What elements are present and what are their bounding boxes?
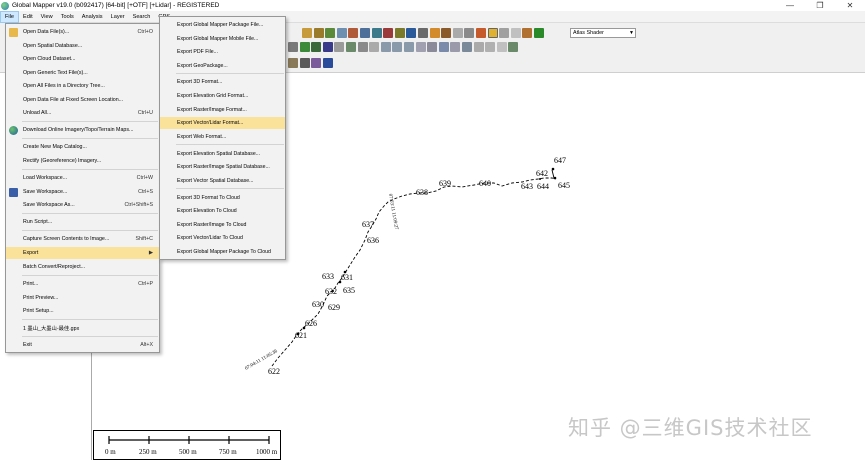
menu-batch-convert[interactable]: Batch Convert/Reproject... xyxy=(6,261,159,273)
menu-separator xyxy=(176,73,284,74)
menu-separator xyxy=(22,319,158,320)
time-label: 07:03:11 11:09:27 xyxy=(387,193,398,230)
save-icon xyxy=(9,187,18,197)
track-point xyxy=(553,176,557,180)
point-label: 622 xyxy=(268,367,280,376)
menu-separator xyxy=(22,169,158,170)
menu-open-dir-tree[interactable]: Open All Files in a Directory Tree... xyxy=(6,80,159,92)
watermark: 知乎 @三维GIS技术社区 xyxy=(568,416,813,440)
menu-unload-all[interactable]: Unload All... Ctrl+U xyxy=(6,107,159,119)
export-raster-image[interactable]: Export Raster/Image Format... xyxy=(160,104,285,116)
export-elevation-spatial-db[interactable]: Export Elevation Spatial Database... xyxy=(160,148,285,160)
menu-separator xyxy=(22,121,158,122)
point-label: 643 xyxy=(521,182,533,191)
menu-save-workspace-as[interactable]: Save Workspace As... Ctrl+Shift+S xyxy=(6,199,159,211)
scale-label: 1000 m xyxy=(256,448,278,456)
menu-separator xyxy=(22,230,158,231)
scale-label: 500 m xyxy=(179,448,197,456)
export-3d-cloud[interactable]: Export 3D Format To Cloud xyxy=(160,192,285,204)
track-point xyxy=(539,178,541,180)
export-3d[interactable]: Export 3D Format... xyxy=(160,76,285,88)
menu-save-workspace[interactable]: Save Workspace... Ctrl+S xyxy=(6,186,159,198)
menu-rectify[interactable]: Rectify (Georeference) Imagery... xyxy=(6,155,159,167)
menu-run-script[interactable]: Run Script... xyxy=(6,216,159,228)
point-label: 647 xyxy=(554,156,566,165)
export-geopackage[interactable]: Export GeoPackage... xyxy=(160,60,285,72)
export-web[interactable]: Export Web Format... xyxy=(160,131,285,143)
scale-label: 750 m xyxy=(219,448,237,456)
point-label: 636 xyxy=(367,236,379,245)
menu-load-workspace[interactable]: Load Workspace... Ctrl+W xyxy=(6,172,159,184)
point-label: 626 xyxy=(305,319,317,328)
menu-separator xyxy=(22,138,158,139)
export-submenu: Export Global Mapper Package File... Exp… xyxy=(159,16,286,260)
point-label: 621 xyxy=(295,331,307,340)
menu-exit[interactable]: Exit Alt+X xyxy=(6,339,159,351)
export-raster-cloud[interactable]: Export Raster/Image To Cloud xyxy=(160,219,285,231)
folder-icon xyxy=(9,27,18,37)
menu-open-cloud[interactable]: Open Cloud Dataset... xyxy=(6,53,159,65)
point-label: 631 xyxy=(341,273,353,282)
point-label: 642 xyxy=(536,169,548,178)
point-label: 639 xyxy=(439,179,451,188)
menu-open-spatial-db[interactable]: Open Spatial Database... xyxy=(6,40,159,52)
export-vector-spatial-db[interactable]: Export Vector Spatial Database... xyxy=(160,175,285,187)
globe-icon xyxy=(9,125,18,135)
point-label: 638 xyxy=(416,188,428,197)
menu-download-online[interactable]: Download Online Imagery/Topo/Terrain Map… xyxy=(6,124,159,136)
point-label: 633 xyxy=(322,272,334,281)
export-gm-mobile[interactable]: Export Global Mapper Mobile File... xyxy=(160,33,285,45)
point-label: 632 xyxy=(325,287,337,296)
menu-separator xyxy=(22,213,158,214)
track-point xyxy=(551,167,555,171)
menu-recent-file[interactable]: 1 墨山_大墨山-最佳.gpx xyxy=(6,322,159,334)
track-spur xyxy=(551,169,555,179)
menu-separator xyxy=(176,188,284,189)
menu-open-data-file[interactable]: Open Data File(s)... Ctrl+O xyxy=(6,26,159,38)
menu-print-preview[interactable]: Print Preview... xyxy=(6,292,159,304)
export-gm-package[interactable]: Export Global Mapper Package File... xyxy=(160,19,285,31)
point-label: 640 xyxy=(479,179,491,188)
point-label: 635 xyxy=(343,286,355,295)
point-label: 644 xyxy=(537,182,549,191)
scale-label: 0 m xyxy=(105,448,116,456)
scale-label: 250 m xyxy=(139,448,157,456)
export-vector-lidar[interactable]: Export Vector/Lidar Format... xyxy=(160,117,285,129)
export-elevation-cloud[interactable]: Export Elevation To Cloud xyxy=(160,205,285,217)
file-menu-dropdown: Open Data File(s)... Ctrl+O Open Spatial… xyxy=(5,23,160,353)
export-gm-package-cloud[interactable]: Export Global Mapper Package To Cloud xyxy=(160,246,285,258)
point-label: 629 xyxy=(328,303,340,312)
menu-separator xyxy=(176,144,284,145)
point-label: 630 xyxy=(312,300,324,309)
menu-open-text[interactable]: Open Generic Text File(s)... xyxy=(6,67,159,79)
point-label: 645 xyxy=(558,181,570,190)
export-vector-lidar-cloud[interactable]: Export Vector/Lidar To Cloud xyxy=(160,232,285,244)
export-raster-spatial-db[interactable]: Export Raster/Image Spatial Database... xyxy=(160,161,285,173)
menu-print[interactable]: Print... Ctrl+P xyxy=(6,278,159,290)
export-elevation-grid[interactable]: Export Elevation Grid Format... xyxy=(160,90,285,102)
menu-separator xyxy=(22,336,158,337)
menu-separator xyxy=(22,275,158,276)
menu-create-catalog[interactable]: Create New Map Catalog... xyxy=(6,141,159,153)
gps-track-line xyxy=(271,177,557,367)
submenu-arrow-icon: ▶ xyxy=(148,250,153,256)
menu-export[interactable]: Export ▶ xyxy=(6,247,159,259)
point-label: 637 xyxy=(362,220,374,229)
menu-print-setup[interactable]: Print Setup... xyxy=(6,305,159,317)
menu-capture-screen[interactable]: Capture Screen Contents to Image... Shif… xyxy=(6,233,159,245)
export-pdf[interactable]: Export PDF File... xyxy=(160,46,285,58)
menu-open-fixed[interactable]: Open Data File at Fixed Screen Location.… xyxy=(6,94,159,106)
scale-bar: 0 m 250 m 500 m 750 m 1000 m xyxy=(93,430,281,460)
